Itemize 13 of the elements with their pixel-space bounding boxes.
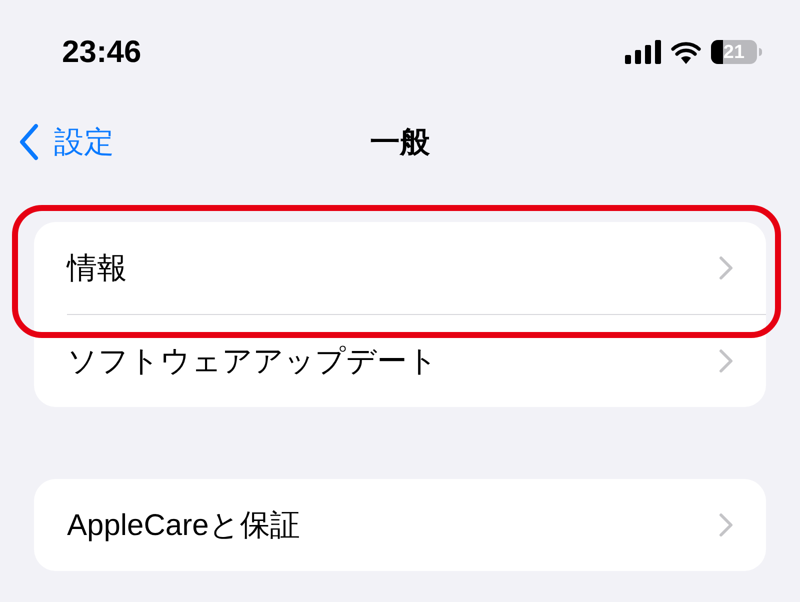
battery-icon: 21 xyxy=(711,40,757,64)
chevron-icon xyxy=(718,348,734,374)
wifi-icon xyxy=(671,40,701,64)
settings-row[interactable]: ソフトウェアアップデート xyxy=(67,315,766,407)
chevron-icon xyxy=(718,512,734,538)
back-chevron-icon xyxy=(18,123,40,161)
back-button[interactable]: 設定 xyxy=(0,120,114,164)
settings-row[interactable]: 情報 xyxy=(67,222,766,314)
settings-row[interactable]: AppleCareと保証 xyxy=(67,479,766,571)
signal-icon xyxy=(625,40,661,64)
status-time: 23:46 xyxy=(62,32,142,71)
page-title: 一般 xyxy=(370,124,430,160)
chevron-icon xyxy=(718,255,734,281)
